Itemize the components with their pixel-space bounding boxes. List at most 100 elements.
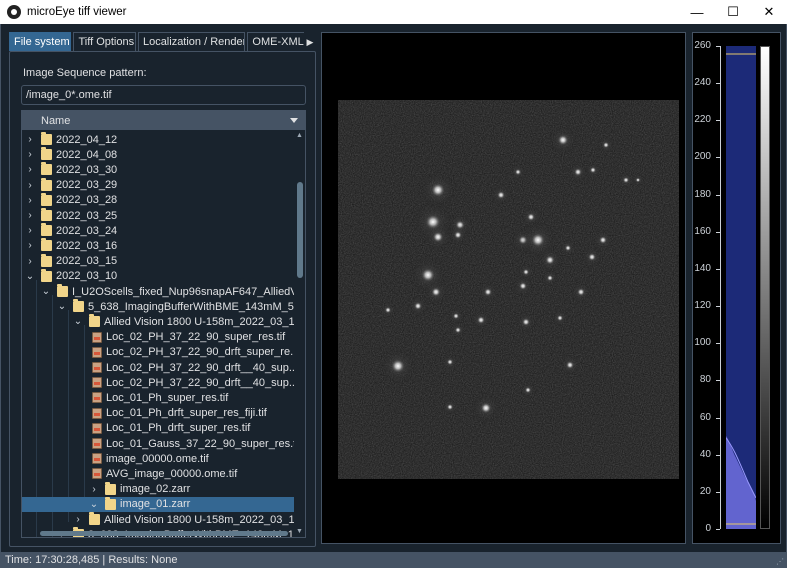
tree-folder-row[interactable]: ⌄ 5_638_ImagingBufferWithBME_143mM_50... — [22, 299, 294, 314]
tree-row-label: 2022_04_12 — [56, 133, 118, 146]
tree-folder-row[interactable]: › image_02.zarr — [22, 481, 294, 497]
maximize-button[interactable]: ☐ — [715, 0, 751, 24]
histogram-lut-panel[interactable]: 260 240 220 200 180 160 140 120 100 80 60 40 20 0 — [692, 32, 781, 544]
tree-file-row[interactable]: image_00000.ome.tif — [22, 451, 294, 466]
histogram-tick-label: 40 — [699, 448, 711, 460]
tree-folder-row[interactable]: › 2022_03_16 — [22, 238, 294, 253]
resize-grip-icon[interactable]: ⋰ — [776, 557, 784, 566]
sequence-pattern-input[interactable] — [21, 85, 306, 105]
window-title: microEye tiff viewer — [27, 6, 127, 18]
histogram-tick-label: 220 — [694, 114, 711, 126]
tree-vertical-scrollbar[interactable]: ▲ ▼ — [294, 130, 305, 537]
tab-file-system[interactable]: File system — [9, 32, 72, 51]
tree-row-label: 2022_03_10 — [56, 270, 118, 283]
tree-header-name: Name — [41, 114, 71, 127]
histogram-tick-label: 160 — [694, 225, 711, 237]
chevron-right-icon[interactable]: › — [25, 147, 35, 162]
tree-folder-row[interactable]: › Allied Vision 1800 U-158m_2022_03_10... — [22, 512, 294, 527]
chevron-down-icon[interactable]: ⌄ — [89, 497, 99, 512]
tree-row-label: 2022_03_16 — [56, 239, 118, 252]
file-system-panel: Image Sequence pattern: Name › 2022_04_12… — [9, 51, 316, 547]
tree-row-label: I_U2OScells_fixed_Nup96snapAF647_AlliedV… — [72, 285, 294, 298]
tree-folder-row[interactable]: ⌄ Allied Vision 1800 U-158m_2022_03_10... — [22, 314, 294, 329]
histogram-tick — [716, 529, 720, 530]
histogram-region[interactable] — [725, 46, 757, 529]
file-tree[interactable]: Name › 2022_04_12 › 2022_04_08 › 2022_03_30 › 2… — [21, 110, 306, 538]
chevron-down-icon[interactable]: ⌄ — [41, 284, 51, 299]
histogram-tick-label: 100 — [694, 337, 711, 349]
tab-scroll-right-icon[interactable]: ▶ — [304, 32, 316, 52]
tree-file-row[interactable]: Loc_01_Gauss_37_22_90_super_res.tif — [22, 436, 294, 451]
image-file-icon — [92, 346, 102, 358]
image-file-icon — [92, 377, 102, 389]
tree-hscroll-thumb[interactable] — [40, 531, 288, 536]
histogram-tick-label: 180 — [694, 188, 711, 200]
close-button[interactable]: ✕ — [751, 0, 787, 24]
tree-folder-row[interactable]: ⌄ image_01.zarr — [22, 496, 294, 512]
tree-file-row[interactable]: Loc_02_PH_37_22_90_drft__40_sup... — [22, 360, 294, 375]
chevron-right-icon[interactable]: › — [25, 132, 35, 147]
tree-file-row[interactable]: Loc_01_Ph_drft_super_res.tif — [22, 421, 294, 436]
tree-folder-row[interactable]: › 2022_03_24 — [22, 223, 294, 238]
histogram-axis — [720, 46, 721, 529]
tree-folder-row[interactable]: ⌄ I_U2OScells_fixed_Nup96snapAF647_Allied… — [22, 284, 294, 299]
tree-folder-row[interactable]: ⌄ 2022_03_10 — [22, 268, 294, 284]
tree-folder-row[interactable]: › 2022_03_28 — [22, 192, 294, 208]
status-bar: Time: 17:30:28,485 | Results: None ⋰ — [0, 552, 787, 568]
histogram-tick-label: 0 — [705, 523, 711, 534]
tree-file-row[interactable]: Loc_01_Ph_drft_super_res_fiji.tif — [22, 406, 294, 421]
minimize-button[interactable]: — — [679, 0, 715, 24]
histogram-tick-label: 60 — [699, 411, 711, 423]
window-controls: — ☐ ✕ — [679, 0, 787, 24]
tree-header[interactable]: Name — [22, 111, 305, 130]
tab-localization-render[interactable]: Localization / Render — [137, 32, 246, 51]
main-window: File system Tiff Options Localization / … — [0, 24, 787, 552]
tree-row-label: Loc_01_Gauss_37_22_90_super_res.tif — [106, 437, 294, 450]
image-view[interactable] — [321, 32, 686, 544]
chevron-right-icon[interactable]: › — [73, 512, 83, 527]
tree-file-row[interactable]: Loc_02_PH_37_22_90_drft__40_sup... — [22, 375, 294, 390]
chevron-right-icon[interactable]: › — [25, 162, 35, 177]
tree-folder-row[interactable]: › 2022_03_25 — [22, 208, 294, 223]
chevron-right-icon[interactable]: › — [25, 223, 35, 238]
chevron-right-icon[interactable]: › — [89, 482, 99, 497]
tree-folder-row[interactable]: › 2022_03_29 — [22, 177, 294, 193]
left-pane: File system Tiff Options Localization / … — [9, 30, 316, 547]
scroll-up-icon[interactable]: ▲ — [294, 130, 305, 141]
chevron-down-icon[interactable]: ⌄ — [73, 314, 83, 329]
folder-icon — [105, 481, 116, 495]
histogram-tick-label: 200 — [694, 151, 711, 163]
sort-indicator-icon — [290, 118, 298, 123]
tree-row-label: Loc_02_PH_37_22_90_drft_super_re... — [106, 346, 294, 359]
chevron-down-icon[interactable]: ⌄ — [25, 269, 35, 284]
tab-tiff-options[interactable]: Tiff Options — [73, 32, 136, 51]
tree-row-label: 2022_04_08 — [56, 148, 118, 161]
chevron-right-icon[interactable]: › — [25, 178, 35, 193]
image-file-icon — [92, 453, 102, 465]
image-file-icon — [92, 422, 102, 434]
tree-file-row[interactable]: Loc_02_PH_37_22_90_drft_super_re... — [22, 345, 294, 360]
microscopy-image[interactable] — [338, 100, 679, 479]
tree-folder-row[interactable]: › 2022_03_30 — [22, 162, 294, 177]
tree-horizontal-scrollbar[interactable] — [22, 529, 305, 537]
tree-row-label: Allied Vision 1800 U-158m_2022_03_10... — [104, 513, 294, 526]
tree-folder-row[interactable]: › 2022_04_12 — [22, 132, 294, 147]
chevron-down-icon[interactable]: ⌄ — [57, 299, 67, 314]
tree-row-label: Loc_01_Ph_drft_super_res_fiji.tif — [106, 407, 267, 420]
lut-gradient-bar[interactable] — [760, 46, 770, 529]
chevron-right-icon[interactable]: › — [25, 208, 35, 223]
tree-file-row[interactable]: Loc_02_PH_37_22_90_super_res.tif — [22, 330, 294, 345]
tree-file-row[interactable]: AVG_image_00000.ome.tif — [22, 466, 294, 481]
image-file-icon — [92, 392, 102, 404]
folder-icon — [73, 299, 84, 313]
histogram-tick-label: 20 — [699, 485, 711, 497]
tree-folder-row[interactable]: › 2022_04_08 — [22, 147, 294, 162]
folder-icon — [41, 238, 52, 252]
chevron-right-icon[interactable]: › — [25, 254, 35, 269]
tree-folder-row[interactable]: › 2022_03_15 — [22, 253, 294, 269]
tree-scroll-thumb[interactable] — [297, 182, 303, 278]
chevron-right-icon[interactable]: › — [25, 193, 35, 208]
folder-icon — [41, 132, 52, 145]
tree-file-row[interactable]: Loc_01_Ph_super_res.tif — [22, 390, 294, 405]
chevron-right-icon[interactable]: › — [25, 238, 35, 253]
